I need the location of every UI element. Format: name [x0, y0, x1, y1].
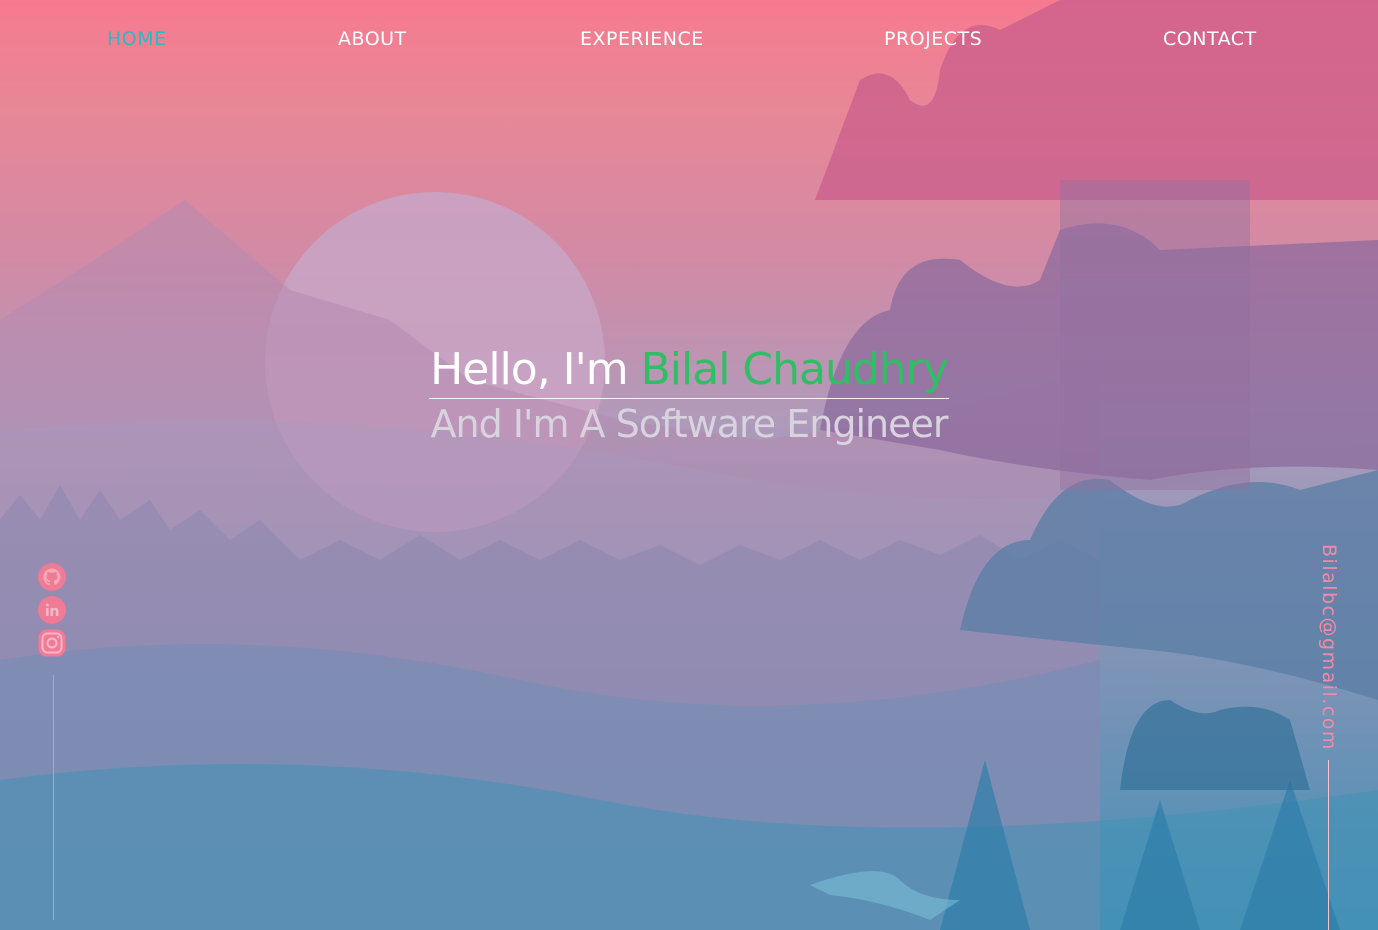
- right-decorative-line: [1328, 760, 1329, 930]
- hero-subtitle: And I'm A Software Engineer: [430, 402, 949, 446]
- main-navigation: HOME ABOUT EXPERIENCE PROJECTS CONTACT: [0, 28, 1378, 58]
- nav-home-link[interactable]: HOME: [107, 28, 167, 50]
- hero-name: Bilal Chaudhry: [640, 344, 949, 395]
- nav-about-link[interactable]: ABOUT: [338, 28, 407, 50]
- hero-greeting-text: Hello, I'm: [430, 344, 641, 395]
- email-link[interactable]: Bilalbc@gmail.com: [1318, 544, 1340, 751]
- nav-experience-link[interactable]: EXPERIENCE: [580, 28, 704, 50]
- hero-divider: [429, 398, 949, 399]
- hero-greeting: Hello, I'm Bilal Chaudhry: [430, 342, 949, 398]
- background-landscape: [0, 0, 1378, 930]
- left-decorative-line: [53, 675, 54, 920]
- social-links: [37, 562, 69, 661]
- nav-projects-link[interactable]: PROJECTS: [884, 28, 982, 50]
- nav-contact-link[interactable]: CONTACT: [1163, 28, 1257, 50]
- instagram-icon[interactable]: [37, 628, 67, 658]
- github-icon[interactable]: [37, 562, 67, 592]
- linkedin-icon[interactable]: [37, 595, 67, 625]
- hero-section: Hello, I'm Bilal Chaudhry And I'm A Soft…: [0, 342, 1378, 449]
